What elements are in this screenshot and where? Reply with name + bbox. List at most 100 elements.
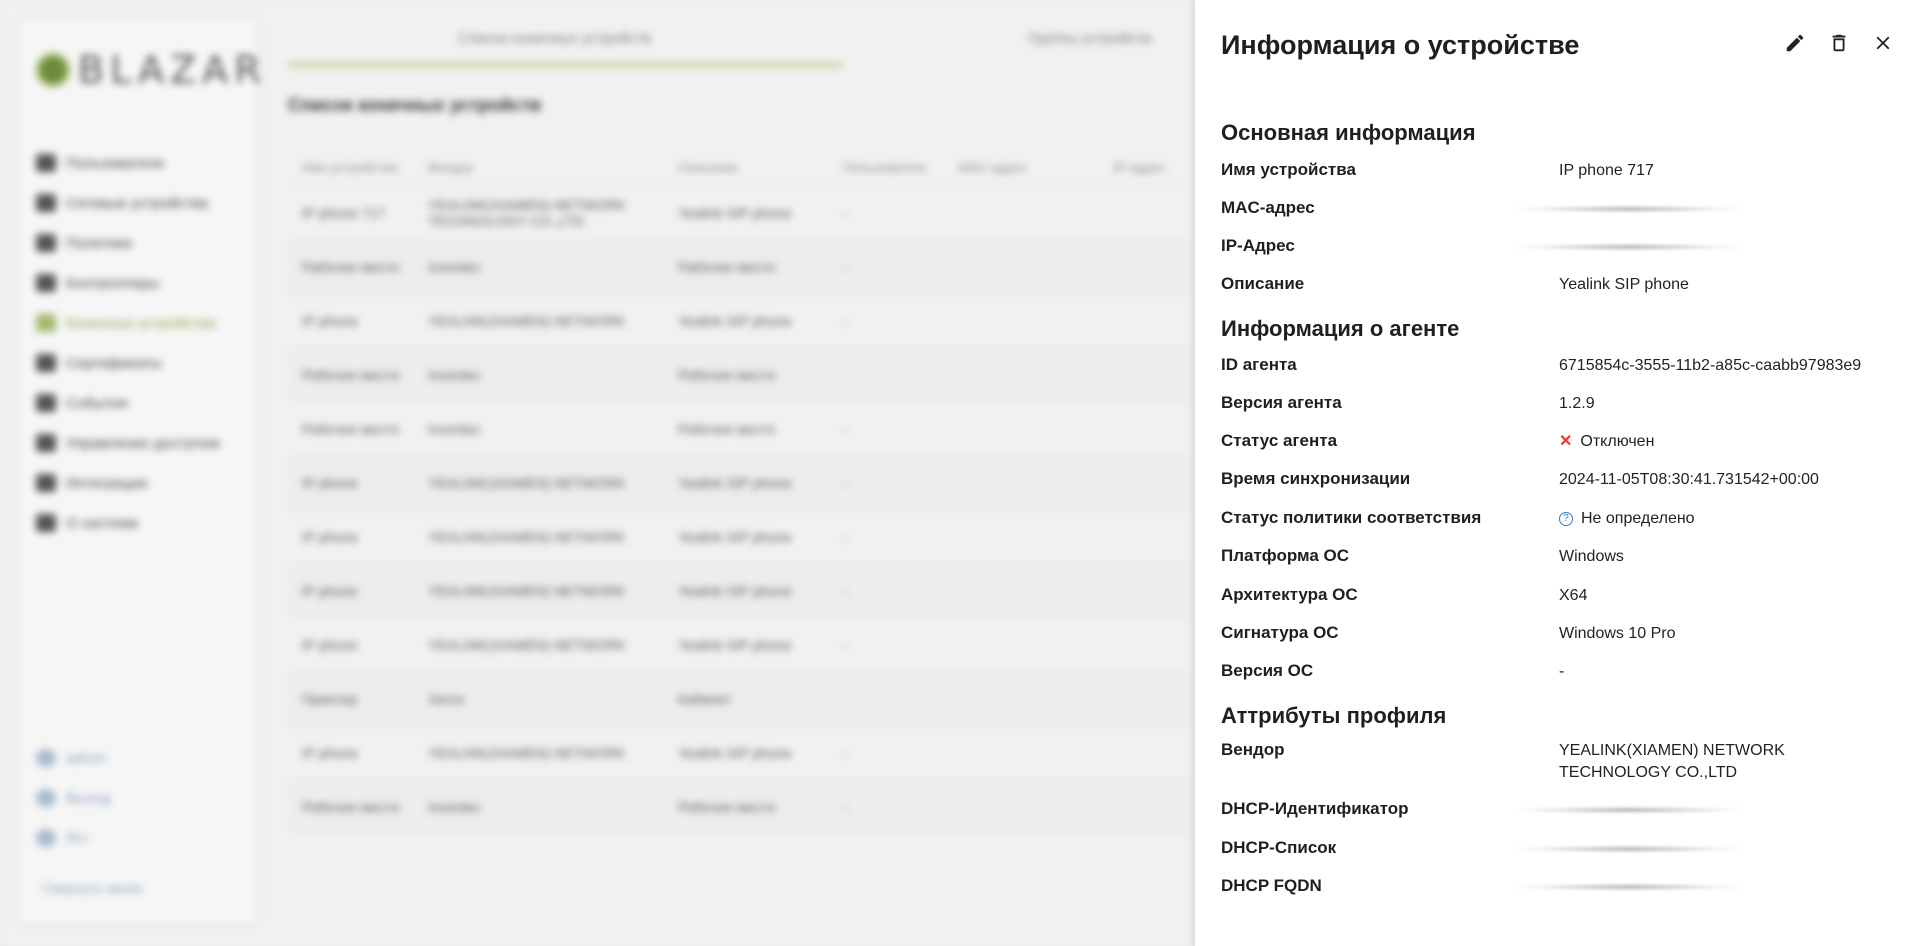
table-cell: Inventec <box>428 420 481 437</box>
sidebar-item-users[interactable]: Пользователи <box>36 143 246 183</box>
status-text: Отключен <box>1580 433 1655 450</box>
sidebar-item-certificates[interactable]: Сертификаты <box>36 343 246 383</box>
field-compliance: Статус политики соответствия ? Не опреде… <box>1221 508 1891 530</box>
redacted-mark <box>1509 245 1749 249</box>
edit-button[interactable] <box>1782 30 1808 56</box>
table-row[interactable]: IP phone YEALINK(XIAMEN) NETWORK Yealink S… <box>288 564 1188 618</box>
table-cell: Inventec <box>428 258 481 275</box>
sidebar-item-policies[interactable]: Политики <box>36 223 246 263</box>
device-info-panel: Информация о устройстве Основная информа… <box>1195 0 1910 946</box>
table-cell: YEALINK(XIAMEN) NETWORK <box>428 474 626 491</box>
field-label: Версия ОС <box>1221 661 1314 680</box>
sidebar-item-network-devices[interactable]: Сетевые устройства <box>36 183 246 223</box>
field-mac: MAC-адрес <box>1221 198 1891 218</box>
monitor-icon <box>36 314 56 332</box>
integration-icon <box>36 474 56 492</box>
compliance-text: Не определено <box>1581 510 1695 527</box>
table-cell: Yealink SIP phone <box>678 636 792 653</box>
table-cell: Yealink SIP phone <box>678 744 792 761</box>
table-row[interactable]: Рабочее место Inventec Рабочее место - <box>288 240 1188 294</box>
table-row[interactable]: IP phone YEALINK(XIAMEN) NETWORK Yealink S… <box>288 456 1188 510</box>
table-cell: Рабочее место <box>302 258 400 275</box>
collapse-menu-button[interactable]: Свернуть меню <box>42 880 143 896</box>
column-header[interactable]: Описание <box>678 160 843 175</box>
column-header[interactable]: Пользователь <box>843 160 958 175</box>
section-heading-profile: Аттрибуты профиля <box>1221 703 1447 728</box>
table-row[interactable]: IP phone YEALINK(XIAMEN) NETWORK Yealink S… <box>288 726 1188 780</box>
field-value: Yealink SIP phone <box>1559 276 1689 293</box>
table-cell: YEALINK(XIAMEN) NETWORK TECHNOLOGY CO.,L… <box>428 196 626 229</box>
table-cell: IP phone <box>302 636 358 653</box>
table-cell: IP phone <box>302 474 358 491</box>
field-label: Статус политики соответствия <box>1221 508 1482 527</box>
sidebar-item-events[interactable]: События <box>36 383 246 423</box>
trash-icon <box>1832 34 1846 52</box>
sidebar-item-language[interactable]: RU <box>36 818 246 858</box>
question-icon: ? <box>1559 512 1573 526</box>
field-os-signature: Сигнатура ОС Windows 10 Pro <box>1221 623 1891 645</box>
column-header[interactable]: Имя устройства <box>288 160 428 175</box>
table-cell: IP phone <box>302 582 358 599</box>
sidebar-item-admin[interactable]: admin <box>36 738 246 778</box>
table-cell: Inventec <box>428 798 481 815</box>
tab-endpoint-list[interactable]: Список конечных устройств <box>458 30 651 47</box>
sidebar-item-access[interactable]: Управление доступом <box>36 423 246 463</box>
close-button[interactable] <box>1870 30 1896 56</box>
table-row[interactable]: Рабочее место Inventec Рабочее место - <box>288 780 1188 834</box>
table-cell: Inventec <box>428 366 481 383</box>
table-cell: Yealink SIP phone <box>678 474 792 491</box>
sidebar-item-logout[interactable]: Выход <box>36 778 246 818</box>
field-agent-id: ID агента 6715854c-3555-11b2-a85c-caabb9… <box>1221 355 1891 377</box>
field-value-redacted <box>1509 838 1891 858</box>
user-icon <box>36 749 56 767</box>
table-cell: YEALINK(XIAMEN) NETWORK <box>428 312 626 329</box>
delete-button[interactable] <box>1826 30 1852 56</box>
table-cell: - <box>843 528 848 545</box>
users-icon <box>36 154 56 172</box>
background-app: BLAZAR Пользователи Сетевые устройства П… <box>0 0 1195 946</box>
field-dhcp-fqdn: DHCP FQDN <box>1221 876 1891 896</box>
policy-icon <box>36 234 56 252</box>
sidebar-item-integrations[interactable]: Интеграции <box>36 463 246 503</box>
table-cell: - <box>843 204 848 221</box>
field-value: Windows <box>1559 548 1624 565</box>
table-cell: Рабочее место <box>302 798 400 815</box>
table-row[interactable]: IP phone YEALINK(XIAMEN) NETWORK Yealink S… <box>288 294 1188 348</box>
table-cell: Xerox <box>428 690 465 707</box>
field-label: Архитектура ОС <box>1221 585 1358 604</box>
table-cell: - <box>843 312 848 329</box>
table-row[interactable]: IP phone YEALINK(XIAMEN) NETWORK Yealink S… <box>288 510 1188 564</box>
column-header[interactable]: MAC-адрес <box>958 160 1113 175</box>
table-cell: Кабинет <box>678 690 732 707</box>
field-value: 2024-11-05T08:30:41.731542+00:00 <box>1559 471 1819 488</box>
redacted-mark <box>1509 885 1749 889</box>
table-cell: Yealink SIP phone <box>678 528 792 545</box>
compliance-status-link[interactable]: ? Не определено <box>1559 508 1891 530</box>
table-row[interactable]: IP phone YEALINK(XIAMEN) NETWORK Yealink S… <box>288 618 1188 672</box>
table-row[interactable]: Рабочее место Inventec Рабочее место - <box>288 402 1188 456</box>
field-label: ID агента <box>1221 355 1297 374</box>
column-header[interactable]: IP-адрес <box>1113 160 1188 175</box>
section-heading-basic: Основная информация <box>1221 120 1476 145</box>
column-header[interactable]: Вендор <box>428 160 678 175</box>
table-row[interactable]: Принтер Xerox Кабинет <box>288 672 1188 726</box>
table-row[interactable]: Рабочее место Inventec Рабочее место <box>288 348 1188 402</box>
table-cell: YEALINK(XIAMEN) NETWORK <box>428 744 626 761</box>
field-dhcp-list: DHCP-Список <box>1221 838 1891 858</box>
panel-actions <box>1782 30 1896 56</box>
sidebar-item-controllers[interactable]: Контроллеры <box>36 263 246 303</box>
field-value-redacted <box>1509 198 1891 218</box>
active-tab-indicator <box>288 63 843 67</box>
table-cell: Рабочее место <box>678 366 776 383</box>
sidebar-item-endpoints[interactable]: Конечные устройства <box>36 303 246 343</box>
pencil-icon <box>1786 34 1804 52</box>
redacted-mark <box>1509 207 1749 211</box>
sidebar-nav: Пользователи Сетевые устройства Политики… <box>36 143 246 543</box>
tab-device-groups[interactable]: Группы устройств <box>1028 30 1151 47</box>
table-cell: IP phone <box>302 744 358 761</box>
table-cell: Рабочее место <box>302 366 400 383</box>
logo: BLAZAR <box>36 48 267 92</box>
table-row[interactable]: IP phone 717 YEALINK(XIAMEN) NETWORK TECH… <box>288 186 1188 240</box>
sidebar-item-about[interactable]: О системе <box>36 503 246 543</box>
events-icon <box>36 394 56 412</box>
